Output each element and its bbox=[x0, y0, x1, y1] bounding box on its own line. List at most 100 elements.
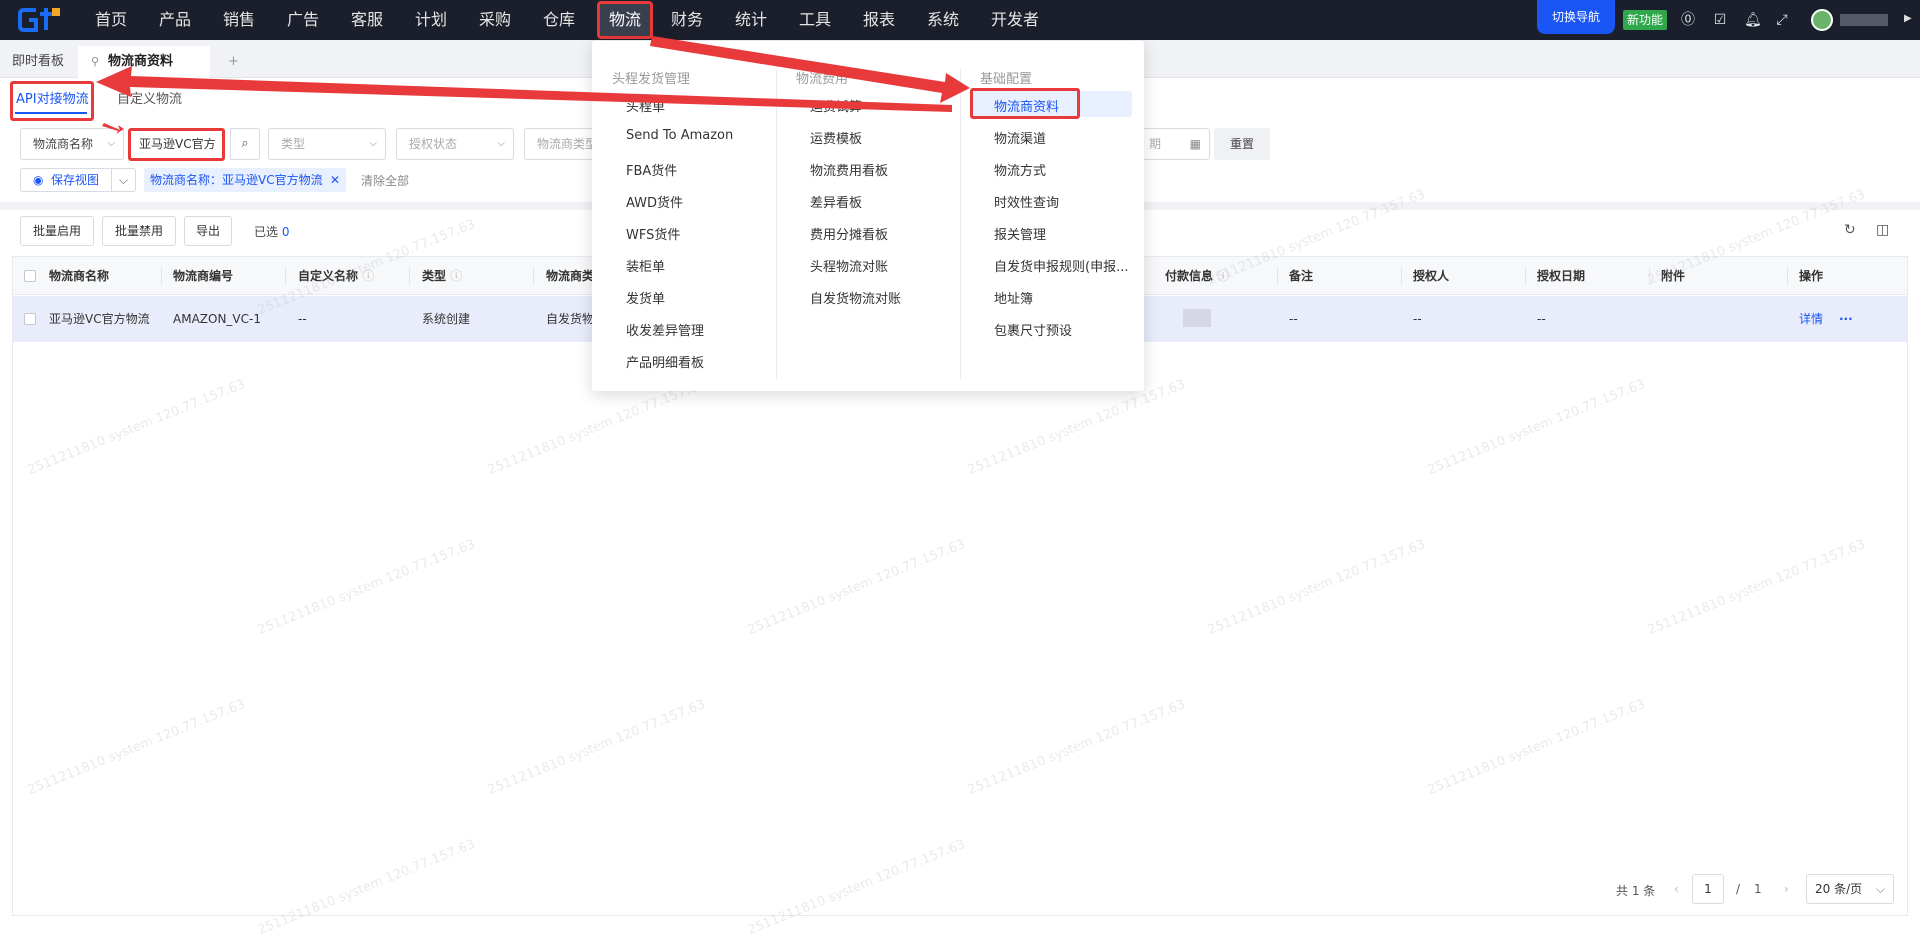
nav-home[interactable]: 首页 bbox=[95, 0, 127, 40]
nav-purchase[interactable]: 采购 bbox=[479, 0, 511, 40]
menu-item[interactable]: 自发货申报规则(申报... bbox=[994, 256, 1128, 275]
col-provider-code[interactable]: 物流商编号 bbox=[173, 257, 233, 295]
nav-developer[interactable]: 开发者 bbox=[991, 0, 1039, 40]
nav-finance[interactable]: 财务 bbox=[671, 0, 703, 40]
col-payment-info[interactable]: 付款信息 ⓘ bbox=[1165, 257, 1229, 295]
col-authorizer[interactable]: 授权人 bbox=[1413, 257, 1449, 295]
col-type[interactable]: 类型 ⓘ bbox=[422, 257, 462, 295]
select-all-checkbox[interactable] bbox=[24, 270, 36, 282]
menu-item[interactable]: 装柜单 bbox=[626, 256, 665, 275]
col-provider-type[interactable]: 物流商类 bbox=[546, 257, 594, 295]
avatar[interactable] bbox=[1811, 9, 1833, 31]
menu-item[interactable]: FBA货件 bbox=[626, 160, 677, 179]
menu-item[interactable]: 物流方式 bbox=[994, 160, 1046, 179]
help-circle-icon[interactable]: ⓘ bbox=[362, 269, 374, 283]
nav-reports[interactable]: 报表 bbox=[863, 0, 895, 40]
bell-icon[interactable]: 🔔︎ bbox=[1744, 12, 1762, 28]
pager-prev-icon[interactable]: ‹ bbox=[1674, 882, 1679, 896]
col-auth-date[interactable]: 授权日期 bbox=[1537, 257, 1585, 295]
app-logo[interactable] bbox=[18, 6, 62, 34]
nav-system[interactable]: 系统 bbox=[927, 0, 959, 40]
highlight-box-subtab bbox=[10, 81, 94, 121]
add-tab-button[interactable]: + bbox=[228, 46, 239, 78]
menu-column-divider bbox=[776, 69, 777, 379]
menu-item[interactable]: 时效性查询 bbox=[994, 192, 1059, 211]
provider-name-input[interactable]: 亚马逊VC官方 bbox=[128, 128, 225, 161]
type-select[interactable]: 类型 ⌵ bbox=[268, 128, 386, 160]
help-circle-icon[interactable]: ⓘ bbox=[1217, 269, 1229, 283]
menu-item[interactable]: 运费试算 bbox=[810, 96, 862, 115]
menu-item[interactable]: 物流渠道 bbox=[994, 128, 1046, 147]
menu-item[interactable]: 收发差异管理 bbox=[626, 320, 704, 339]
selected-count: 已选 0 bbox=[254, 223, 289, 240]
nav-stats[interactable]: 统计 bbox=[735, 0, 767, 40]
col-custom-name-label: 自定义名称 bbox=[298, 269, 359, 283]
more-actions-icon[interactable]: ··· bbox=[1839, 296, 1853, 342]
menu-item[interactable]: 费用分摊看板 bbox=[810, 224, 888, 243]
menu-item[interactable]: AWD货件 bbox=[626, 192, 683, 211]
pin-icon[interactable]: ⚲ bbox=[91, 46, 99, 78]
export-button[interactable]: 导出 bbox=[184, 216, 232, 246]
search-icon[interactable]: ⌕ bbox=[230, 128, 260, 160]
new-feature-badge[interactable]: 新功能 bbox=[1623, 10, 1667, 30]
save-view-button[interactable]: ◉ 保存视图 ⌵ bbox=[20, 168, 136, 192]
help-icon[interactable]: ⓪ bbox=[1680, 12, 1696, 28]
clear-all-link[interactable]: 清除全部 bbox=[361, 172, 409, 189]
menu-item[interactable]: 包裹尺寸预设 bbox=[994, 320, 1072, 339]
menu-item[interactable]: 运费模板 bbox=[810, 128, 862, 147]
provider-type-placeholder: 物流商类型 bbox=[537, 137, 598, 151]
nav-service[interactable]: 客服 bbox=[351, 0, 383, 40]
caret-right-icon[interactable]: ▶ bbox=[1904, 13, 1912, 24]
column-divider bbox=[1787, 267, 1788, 285]
menu-item[interactable]: WFS货件 bbox=[626, 224, 680, 243]
menu-item[interactable]: 报关管理 bbox=[994, 224, 1046, 243]
menu-item[interactable]: 头程单 bbox=[626, 96, 665, 115]
highlight-box-menu bbox=[970, 88, 1080, 119]
col-custom-name[interactable]: 自定义名称 ⓘ bbox=[298, 257, 374, 295]
columns-icon[interactable]: ◫ bbox=[1876, 222, 1889, 238]
batch-enable-button[interactable]: 批量启用 bbox=[20, 216, 94, 246]
menu-item[interactable]: 产品明细看板 bbox=[626, 352, 704, 371]
page-size-label: 20 条/页 bbox=[1815, 882, 1863, 896]
menu-item[interactable]: 自发货物流对账 bbox=[810, 288, 901, 307]
page-size-select[interactable]: 20 条/页 ⌵ bbox=[1806, 874, 1894, 904]
batch-disable-button[interactable]: 批量禁用 bbox=[102, 216, 176, 246]
tab-dashboard[interactable]: 即时看板 bbox=[12, 46, 64, 78]
provider-name-select[interactable]: 物流商名称 ⌵ bbox=[20, 128, 124, 160]
col-provider-name[interactable]: 物流商名称 bbox=[49, 257, 109, 295]
nav-logistics[interactable]: 物流 bbox=[597, 1, 654, 39]
fullscreen-icon[interactable]: ⤢ bbox=[1774, 12, 1790, 28]
col-attachment[interactable]: 附件 bbox=[1661, 257, 1685, 295]
menu-item[interactable]: 发货单 bbox=[626, 288, 665, 307]
detail-link[interactable]: 详情 bbox=[1799, 296, 1823, 342]
switch-nav-button[interactable]: 切换导航 bbox=[1537, 0, 1615, 34]
help-circle-icon[interactable]: ⓘ bbox=[450, 269, 462, 283]
username-redacted[interactable] bbox=[1840, 14, 1888, 26]
menu-item[interactable]: 地址簿 bbox=[994, 288, 1033, 307]
close-icon[interactable]: ✕ bbox=[330, 168, 340, 192]
refresh-icon[interactable]: ↻ bbox=[1844, 222, 1856, 238]
menu-item[interactable]: 物流费用看板 bbox=[810, 160, 888, 179]
nav-tools[interactable]: 工具 bbox=[799, 0, 831, 40]
nav-product[interactable]: 产品 bbox=[159, 0, 191, 40]
row-checkbox[interactable] bbox=[24, 313, 36, 325]
filter-chip: 物流商名称：亚马逊VC官方物流 ✕ bbox=[144, 168, 346, 192]
nav-warehouse[interactable]: 仓库 bbox=[543, 0, 575, 40]
pager-next-icon[interactable]: › bbox=[1784, 882, 1789, 896]
cell-remark: -- bbox=[1289, 312, 1298, 326]
col-actions: 操作 bbox=[1799, 269, 1824, 283]
menu-item[interactable]: 头程物流对账 bbox=[810, 256, 888, 275]
auth-status-select[interactable]: 授权状态 ⌵ bbox=[396, 128, 514, 160]
col-remark[interactable]: 备注 bbox=[1289, 257, 1313, 295]
task-icon[interactable]: ☑ bbox=[1712, 12, 1728, 28]
subtab-custom-logistics[interactable]: 自定义物流 bbox=[117, 88, 182, 107]
nav-sales[interactable]: 销售 bbox=[223, 0, 255, 40]
nav-ads[interactable]: 广告 bbox=[287, 0, 319, 40]
menu-item[interactable]: 差异看板 bbox=[810, 192, 862, 211]
tab-provider-info[interactable]: ⚲ 物流商资料 bbox=[78, 46, 210, 78]
menu-item[interactable]: Send To Amazon bbox=[626, 128, 733, 143]
chevron-down-icon[interactable]: ⌵ bbox=[111, 169, 135, 191]
pager-page-input[interactable]: 1 bbox=[1692, 874, 1724, 904]
nav-plan[interactable]: 计划 bbox=[415, 0, 447, 40]
reset-button[interactable]: 重置 bbox=[1214, 128, 1270, 160]
